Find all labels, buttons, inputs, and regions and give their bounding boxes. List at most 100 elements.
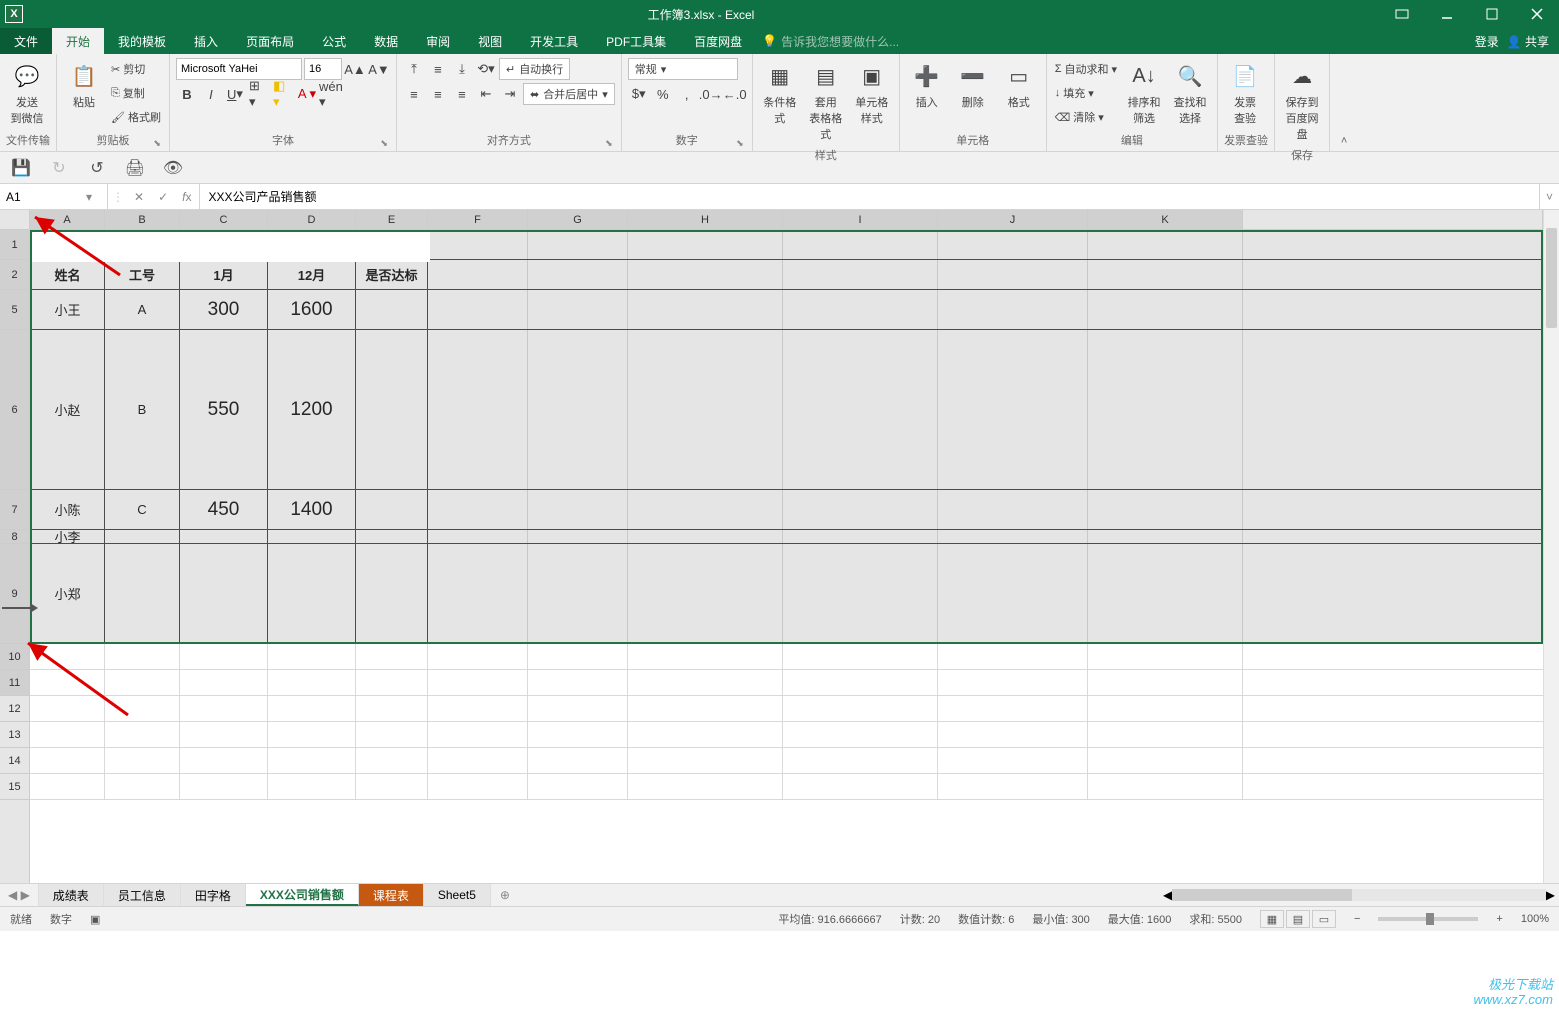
cell[interactable]: 工号 <box>105 260 180 289</box>
cell[interactable] <box>783 696 938 721</box>
tab-developer[interactable]: 开发工具 <box>516 28 592 54</box>
cell[interactable] <box>268 748 356 773</box>
cell[interactable]: 小陈 <box>30 490 105 529</box>
fill-button[interactable]: ↓填充 ▾ <box>1053 82 1119 104</box>
col-header-I[interactable]: I <box>783 210 938 229</box>
cell[interactable] <box>30 696 105 721</box>
cell[interactable] <box>938 696 1088 721</box>
cell[interactable] <box>428 490 528 529</box>
font-size-select[interactable] <box>304 58 342 80</box>
row-header-2[interactable]: 2 <box>0 260 29 290</box>
cell[interactable] <box>528 722 628 747</box>
cell[interactable] <box>528 330 628 489</box>
underline-button[interactable]: U ▾ <box>224 83 246 105</box>
select-all-corner[interactable] <box>0 210 30 230</box>
cell[interactable] <box>938 490 1088 529</box>
save-baidu-button[interactable]: ☁保存到 百度网盘 <box>1281 58 1323 144</box>
tab-view[interactable]: 视图 <box>464 28 516 54</box>
border-button[interactable]: ⊞ ▾ <box>248 83 270 105</box>
add-sheet-icon[interactable]: ⊕ <box>491 884 519 906</box>
formula-input[interactable]: XXX公司产品销售额 <box>200 184 1539 209</box>
tab-baidu[interactable]: 百度网盘 <box>680 28 756 54</box>
align-right-icon[interactable]: ≡ <box>451 83 473 105</box>
row-header-11[interactable]: 11 <box>0 670 29 696</box>
sheet-nav[interactable]: ◀ ▶ <box>0 884 39 906</box>
table-format-button[interactable]: ▤套用 表格格式 <box>805 58 847 144</box>
cell[interactable] <box>528 530 628 543</box>
zoom-slider[interactable] <box>1378 917 1478 921</box>
row-header-14[interactable]: 14 <box>0 748 29 774</box>
tab-file[interactable]: 文件 <box>0 28 52 54</box>
cell[interactable] <box>1088 670 1243 695</box>
cell[interactable] <box>30 748 105 773</box>
decrease-decimal-icon[interactable]: ←.0 <box>724 83 746 105</box>
close-icon[interactable] <box>1514 0 1559 28</box>
tell-me-search[interactable]: 💡 告诉我您想要做什么... <box>756 28 899 54</box>
cell[interactable]: 小赵 <box>30 330 105 489</box>
cancel-formula-icon[interactable]: ✕ <box>130 190 148 204</box>
login-link[interactable]: 登录 <box>1475 33 1499 50</box>
sheet-tab-5[interactable]: 课程表 <box>359 884 424 906</box>
cell[interactable] <box>628 230 783 259</box>
cell[interactable] <box>180 544 268 643</box>
cell[interactable] <box>268 670 356 695</box>
copy-button[interactable]: ⎘复制 <box>109 82 163 104</box>
cell[interactable] <box>180 530 268 543</box>
row-header-7[interactable]: 7 <box>0 490 29 530</box>
cell[interactable] <box>628 544 783 643</box>
expand-formula-bar-icon[interactable]: ˅ <box>1539 184 1559 209</box>
increase-font-icon[interactable]: A▲ <box>344 58 366 80</box>
cell[interactable] <box>938 530 1088 543</box>
cell[interactable] <box>356 490 428 529</box>
cell[interactable] <box>356 774 428 799</box>
cell[interactable] <box>783 544 938 643</box>
cell[interactable] <box>428 644 528 669</box>
cell[interactable] <box>428 260 528 289</box>
cell[interactable] <box>783 722 938 747</box>
row-header-10[interactable]: 10 <box>0 644 29 670</box>
clipboard-launcher-icon[interactable]: ⬊ <box>153 138 161 149</box>
increase-indent-icon[interactable]: ⇥ <box>499 83 521 105</box>
qat-undo-icon[interactable]: ↺ <box>86 157 108 179</box>
cell[interactable] <box>30 670 105 695</box>
conditional-format-button[interactable]: ▦条件格式 <box>759 58 801 128</box>
cell[interactable] <box>1088 696 1243 721</box>
cell[interactable] <box>1088 722 1243 747</box>
cell[interactable] <box>180 748 268 773</box>
decrease-indent-icon[interactable]: ⇤ <box>475 83 497 105</box>
cell[interactable] <box>528 696 628 721</box>
cell[interactable] <box>628 774 783 799</box>
cell[interactable]: 小郑 <box>30 544 105 643</box>
cell[interactable] <box>783 530 938 543</box>
col-header-K[interactable]: K <box>1088 210 1243 229</box>
format-painter-button[interactable]: 🖌格式刷 <box>109 106 163 128</box>
cell[interactable] <box>428 774 528 799</box>
tab-home[interactable]: 开始 <box>52 28 104 54</box>
cell[interactable] <box>105 644 180 669</box>
find-select-button[interactable]: 🔍查找和选择 <box>1169 58 1211 128</box>
cell[interactable] <box>105 670 180 695</box>
normal-view-icon[interactable]: ▦ <box>1260 910 1284 928</box>
col-header-G[interactable]: G <box>528 210 628 229</box>
cell[interactable] <box>1088 490 1243 529</box>
cell[interactable] <box>783 230 938 259</box>
cell[interactable]: 1600 <box>268 290 356 329</box>
row-header-12[interactable]: 12 <box>0 696 29 722</box>
sheet-tab-1[interactable]: 成绩表 <box>39 884 104 906</box>
zoom-out-icon[interactable]: − <box>1354 913 1360 925</box>
cell[interactable]: 1月 <box>180 260 268 289</box>
page-layout-view-icon[interactable]: ▤ <box>1286 910 1310 928</box>
cell[interactable] <box>268 530 356 543</box>
cell[interactable] <box>356 722 428 747</box>
fill-color-button[interactable]: ◧ ▾ <box>272 83 294 105</box>
cell[interactable] <box>428 544 528 643</box>
row-header-8[interactable]: 8 <box>0 530 29 544</box>
align-left-icon[interactable]: ≡ <box>403 83 425 105</box>
number-launcher-icon[interactable]: ⬊ <box>736 138 744 149</box>
cell[interactable] <box>1088 330 1243 489</box>
cell[interactable] <box>628 290 783 329</box>
horizontal-scrollbar[interactable]: ◀▶ <box>1159 884 1559 906</box>
cell[interactable]: 550 <box>180 330 268 489</box>
row-header-13[interactable]: 13 <box>0 722 29 748</box>
col-header-C[interactable]: C <box>180 210 268 229</box>
